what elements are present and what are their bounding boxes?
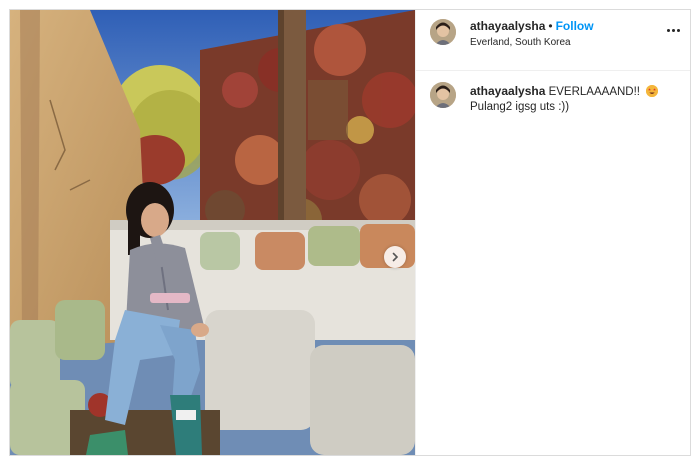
- star-struck-emoji-icon: [646, 85, 659, 97]
- post-header: athayaalysha • Follow Everland, South Kore…: [416, 10, 690, 71]
- caption-line1: EVERLAAAAND!!: [548, 86, 640, 98]
- post-sidebar: athayaalysha • Follow Everland, South Kore…: [415, 10, 690, 455]
- post-card: athayaalysha • Follow Everland, South Kore…: [9, 9, 691, 456]
- avatar[interactable]: [430, 19, 456, 45]
- location-link[interactable]: Everland, South Korea: [470, 37, 571, 48]
- photo-illustration: [10, 10, 415, 455]
- caption-avatar[interactable]: [430, 82, 456, 108]
- caption-line2: Pulang2 igsg uts :)): [470, 101, 570, 113]
- avatar-image: [430, 19, 456, 45]
- more-options-icon[interactable]: [664, 25, 682, 35]
- separator-dot: •: [548, 19, 553, 33]
- avatar-image: [430, 82, 456, 108]
- caption-username[interactable]: athayaalysha: [470, 84, 545, 98]
- chevron-right-icon: [392, 252, 399, 262]
- follow-button[interactable]: Follow: [556, 19, 594, 33]
- header-username[interactable]: athayaalysha: [470, 19, 545, 33]
- next-photo-button[interactable]: [384, 246, 406, 268]
- post-photo[interactable]: [10, 10, 415, 455]
